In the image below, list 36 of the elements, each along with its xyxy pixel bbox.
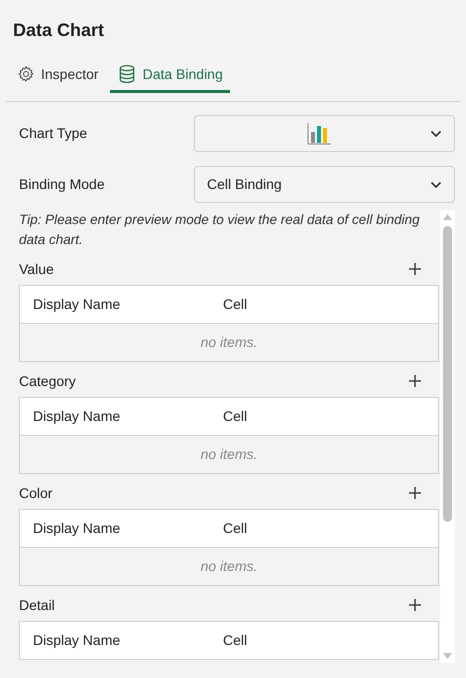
column-header: Display Name xyxy=(33,631,122,650)
gear-icon xyxy=(17,65,35,83)
add-icon[interactable] xyxy=(409,599,421,611)
field-label: Chart Type xyxy=(19,124,88,143)
add-icon[interactable] xyxy=(409,375,421,387)
section-label: Color xyxy=(19,484,52,502)
column-header: Display Name xyxy=(33,295,122,314)
bar-chart-icon xyxy=(306,122,330,144)
tab[interactable]: Inspector xyxy=(14,55,102,93)
add-icon[interactable] xyxy=(409,263,421,275)
dropdown[interactable]: Cell Binding xyxy=(194,166,455,203)
empty-message: no items. xyxy=(200,445,258,464)
scrollbar[interactable] xyxy=(440,210,455,663)
scrollbar-thumb[interactable] xyxy=(443,226,452,522)
chevron-down-icon xyxy=(430,180,442,188)
dropdown[interactable] xyxy=(194,115,455,152)
panel-title: Data Chart xyxy=(13,19,106,42)
section-label: Category xyxy=(19,372,76,391)
column-header: Display Name xyxy=(33,407,122,426)
chevron-down-icon xyxy=(430,130,442,138)
section-label: Detail xyxy=(19,596,55,614)
scroll-down-icon[interactable] xyxy=(443,653,452,659)
tab[interactable]: Data Binding xyxy=(110,55,230,93)
empty-message: no items. xyxy=(200,557,258,576)
tip-text: Tip: Please enter preview mode to view the real data of cell binding data chart. xyxy=(19,211,421,249)
column-header: Cell xyxy=(223,295,248,314)
scroll-up-icon[interactable] xyxy=(443,214,452,220)
add-icon[interactable] xyxy=(409,487,421,499)
empty-message: no items. xyxy=(200,333,258,352)
column-header: Cell xyxy=(223,407,248,426)
section-label: Value xyxy=(19,260,54,278)
column-header: Display Name xyxy=(33,519,122,538)
column-header: Cell xyxy=(223,631,248,650)
database-icon xyxy=(116,64,137,84)
field-label: Binding Mode xyxy=(19,175,106,194)
column-header: Cell xyxy=(223,519,248,538)
